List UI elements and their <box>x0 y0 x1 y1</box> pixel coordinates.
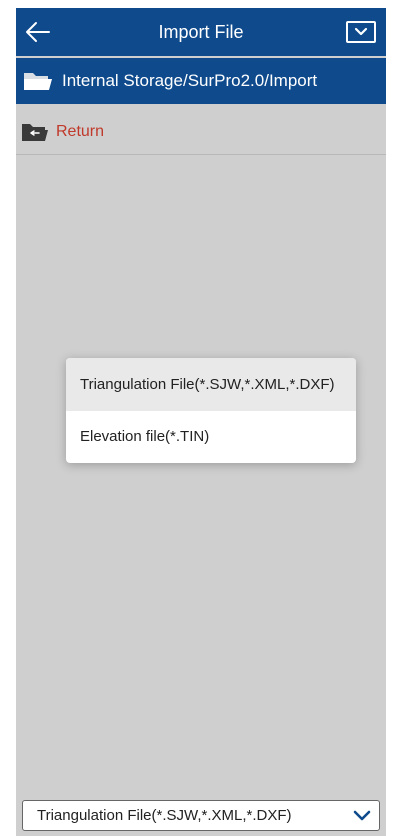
app-window: Import File Internal Storage/SurPro2.0/I… <box>16 8 386 836</box>
chevron-down-icon <box>353 810 371 822</box>
header-bar: Import File <box>16 8 386 56</box>
arrow-left-icon <box>26 22 50 42</box>
return-label: Return <box>56 123 105 140</box>
popup-option-triangulation[interactable]: Triangulation File(*.SJW,*.XML,*.DXF) <box>66 358 356 411</box>
menu-dropdown-button[interactable] <box>346 21 376 43</box>
path-text: Internal Storage/SurPro2.0/Import <box>62 71 318 90</box>
dropdown-selected-text: Triangulation File(*.SJW,*.XML,*.DXF) <box>37 807 292 824</box>
popup-option-label: Triangulation File(*.SJW,*.XML,*.DXF) <box>80 375 335 393</box>
return-item[interactable]: Return <box>16 110 386 155</box>
folder-icon <box>24 73 52 90</box>
chevron-down-box-icon <box>354 27 368 36</box>
folder-return-icon <box>22 124 48 141</box>
popup-option-elevation[interactable]: Elevation file(*.TIN) <box>66 411 356 463</box>
popup-option-label: Elevation file(*.TIN) <box>80 428 210 445</box>
file-type-dropdown[interactable]: Triangulation File(*.SJW,*.XML,*.DXF) <box>22 800 380 831</box>
back-button[interactable] <box>22 16 54 48</box>
page-title: Import File <box>158 22 244 42</box>
current-path-bar: Internal Storage/SurPro2.0/Import <box>16 58 386 104</box>
file-type-popup: Triangulation File(*.SJW,*.XML,*.DXF) El… <box>66 358 356 463</box>
